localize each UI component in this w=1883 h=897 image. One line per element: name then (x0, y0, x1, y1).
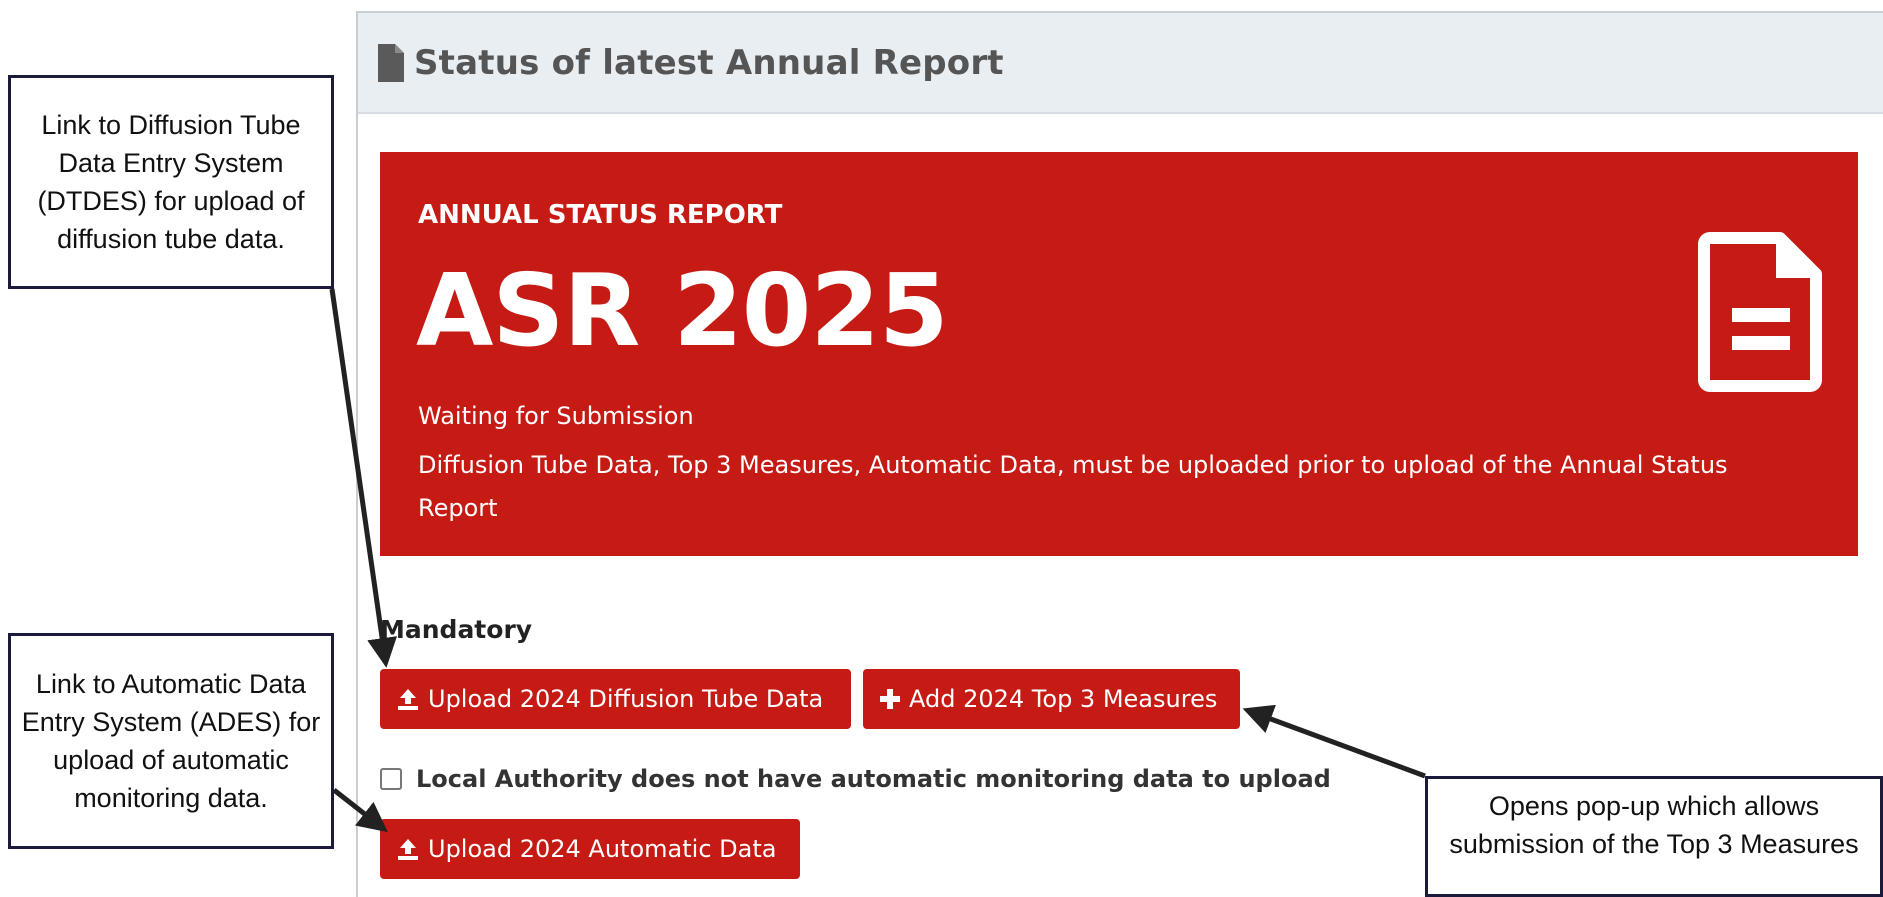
upload-automatic-data-label: Upload 2024 Automatic Data (428, 835, 777, 863)
callout-popup: Opens pop-up which allows submission of … (1425, 776, 1883, 897)
panel-title: Status of latest Annual Report (414, 42, 1004, 83)
annual-report-panel: Status of latest Annual Report ANNUAL ST… (356, 11, 1883, 897)
file-icon (378, 43, 404, 82)
asr-note: Diffusion Tube Data, Top 3 Measures, Aut… (418, 451, 1728, 522)
add-top3-measures-label: Add 2024 Top 3 Measures (909, 685, 1218, 713)
add-top3-measures-button[interactable]: Add 2024 Top 3 Measures (863, 669, 1240, 729)
asr-status-card: ANNUAL STATUS REPORT ASR 2025 Waiting fo… (380, 152, 1858, 556)
mandatory-heading: Mandatory (380, 615, 533, 644)
callout-ades: Link to Automatic Data Entry System (ADE… (8, 633, 334, 849)
upload-icon (396, 687, 420, 711)
upload-icon (396, 837, 420, 861)
upload-automatic-data-button[interactable]: Upload 2024 Automatic Data (380, 819, 800, 879)
plus-icon (879, 688, 901, 710)
asr-title: ASR 2025 (416, 252, 949, 369)
asr-status: Waiting for Submission (418, 402, 694, 430)
upload-diffusion-tube-button[interactable]: Upload 2024 Diffusion Tube Data (380, 669, 851, 729)
asr-kicker: ANNUAL STATUS REPORT (418, 200, 783, 230)
callout-dtdes: Link to Diffusion Tube Data Entry System… (8, 75, 334, 289)
panel-header: Status of latest Annual Report (358, 13, 1883, 114)
no-automatic-data-checkbox[interactable] (380, 768, 402, 790)
upload-diffusion-tube-label: Upload 2024 Diffusion Tube Data (428, 685, 824, 713)
file-text-icon (1698, 232, 1822, 392)
no-automatic-data-label: Local Authority does not have automatic … (416, 765, 1331, 793)
no-automatic-data-checkbox-row[interactable]: Local Authority does not have automatic … (380, 765, 1331, 793)
